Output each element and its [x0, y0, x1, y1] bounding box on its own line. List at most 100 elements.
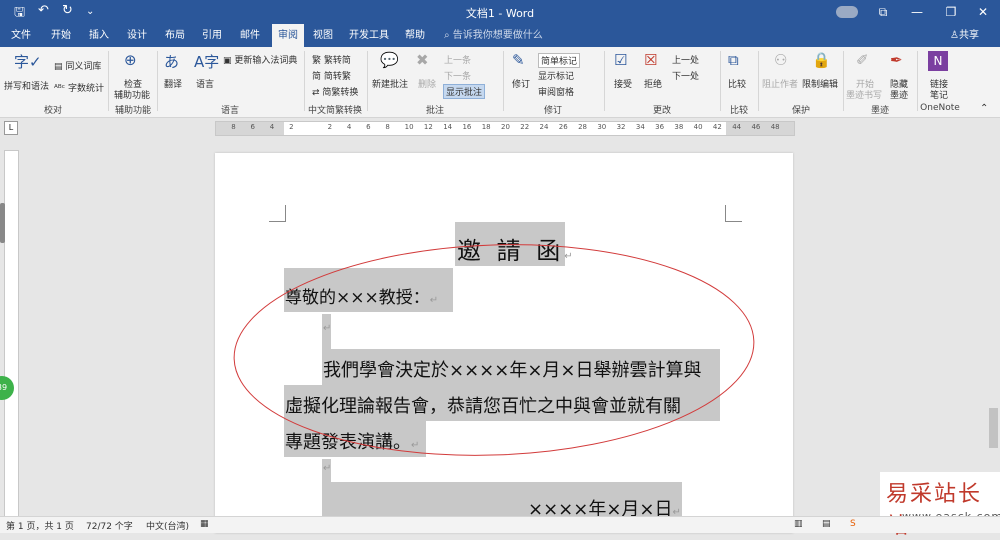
- convert-icon: 简: [312, 72, 324, 82]
- restrict-editing-icon: 🔒: [812, 51, 831, 69]
- tab-insert[interactable]: 插入: [84, 24, 114, 47]
- compare-icon: ⧉: [728, 51, 739, 69]
- ruler-tick-label: 30: [597, 123, 607, 131]
- tab-developer[interactable]: 开发工具: [346, 24, 392, 47]
- vertical-scrollbar[interactable]: [987, 138, 1000, 516]
- t2s-label: 繁转简: [323, 56, 351, 66]
- group-label-accessibility: 辅助功能: [114, 106, 151, 116]
- show-comments-button[interactable]: 显示批注: [443, 84, 486, 99]
- tab-home[interactable]: 开始: [46, 24, 76, 47]
- reject-button[interactable]: 拒绝: [644, 77, 662, 90]
- ruler-tick-label: 34: [635, 123, 645, 131]
- update-ime-label: 更新输入法词典: [234, 56, 298, 66]
- group-label-language: 语言: [220, 106, 239, 116]
- accept-button[interactable]: 接受: [614, 77, 632, 90]
- print-layout-icon[interactable]: ▤: [822, 519, 831, 529]
- collapse-ribbon-icon[interactable]: ⌃: [980, 103, 988, 114]
- page-count[interactable]: 第 1 页，共 1 页: [6, 519, 74, 532]
- tab-selector[interactable]: L: [4, 121, 18, 135]
- new-comment-button[interactable]: 新建批注: [372, 77, 408, 90]
- ruler-tick-label: 24: [539, 123, 549, 131]
- account-avatar[interactable]: [836, 6, 858, 18]
- previous-change-button[interactable]: 上一处: [672, 53, 699, 66]
- delete-comment-button[interactable]: 删除: [418, 77, 436, 90]
- spelling-button[interactable]: 拼写和语法: [4, 79, 49, 92]
- ruler-tick-label: 28: [578, 123, 587, 131]
- start-inking-button-line2[interactable]: 墨迹书写: [846, 88, 882, 101]
- ruler-tick-label: 20: [501, 123, 510, 131]
- tab-review[interactable]: 审阅: [272, 24, 304, 47]
- previous-comment-button[interactable]: 上一条: [444, 53, 471, 66]
- group-label-changes: 更改: [652, 106, 671, 116]
- word-count-label: 字数统计: [67, 84, 104, 94]
- reviewing-pane-button[interactable]: 审阅窗格: [538, 85, 574, 98]
- tab-view[interactable]: 视图: [308, 24, 338, 47]
- hide-ink-button-line2[interactable]: 墨迹: [890, 88, 908, 101]
- group-label-tracking: 修订: [543, 106, 562, 116]
- scrollbar-thumb[interactable]: [989, 408, 998, 448]
- next-change-button[interactable]: 下一处: [672, 69, 699, 82]
- document-page[interactable]: 邀 請 函↵ 尊敬的×××教授：↵ ↵ 我們學會決定於××××年×月×日舉辦雲計…: [215, 153, 793, 533]
- group-separator: [108, 51, 109, 111]
- ruler-tick-label: 36: [655, 123, 665, 131]
- minimize-button[interactable]: —: [900, 0, 934, 24]
- check-accessibility-button-line2[interactable]: 辅助功能: [114, 88, 150, 101]
- word-count[interactable]: 72/72 个字: [86, 519, 133, 532]
- ribbon-review: 字✓ 拼写和语法 ▤ 同义词库 ᴬᴮᶜ 字数统计 校对 ⊕ 检查 辅助功能 辅助…: [0, 47, 1000, 118]
- tab-design[interactable]: 设计: [122, 24, 152, 47]
- tab-references[interactable]: 引用: [197, 24, 227, 47]
- track-changes-button[interactable]: 修订: [512, 77, 530, 90]
- language-indicator[interactable]: 中文(台湾): [146, 519, 189, 532]
- update-ime-dictionary-button[interactable]: ▣ 更新输入法词典: [223, 53, 297, 66]
- convert-label: 简繁转换: [322, 88, 359, 98]
- show-markup-button[interactable]: 显示标记: [538, 69, 574, 82]
- ime-s-icon[interactable]: S: [850, 519, 856, 529]
- ruler-tick-label: 42: [712, 123, 722, 131]
- translate-icon: あ: [164, 53, 180, 71]
- ribbon-display-options-icon[interactable]: ⧉: [866, 0, 900, 24]
- close-button[interactable]: ✕: [966, 0, 1000, 24]
- track-changes-icon: ✎: [512, 51, 525, 69]
- tell-me-input[interactable]: ⌕ 告诉我你想要做什么: [444, 24, 543, 47]
- tab-help[interactable]: 帮助: [400, 24, 430, 47]
- linked-notes-button-line2[interactable]: 笔记: [930, 88, 948, 101]
- vertical-ruler[interactable]: [4, 150, 19, 518]
- ribbon-tabs: 文件 开始 插入 设计 布局 引用 邮件 审阅 视图 开发工具 帮助 ⌕ 告诉我…: [0, 24, 1000, 47]
- macro-recording-icon[interactable]: ▦: [200, 519, 209, 529]
- ink-ellipse: [233, 244, 755, 456]
- read-mode-icon[interactable]: ▥: [794, 519, 803, 529]
- word-count-button[interactable]: ᴬᴮᶜ 字数统计: [54, 81, 104, 94]
- group-separator: [304, 51, 305, 111]
- restore-button[interactable]: ❐: [934, 0, 968, 24]
- left-scroll-handle[interactable]: [0, 203, 5, 243]
- ruler-row: L 8 6 4 2 2 4 6 8 10 12 14 16 18 20 22 24 26 28 30 32 34 36 38…: [0, 118, 1000, 138]
- start-inking-icon: ✐: [856, 51, 869, 69]
- restrict-editing-button[interactable]: 限制编辑: [802, 77, 838, 90]
- language-button[interactable]: 语言: [196, 77, 214, 90]
- accept-icon: ☑: [614, 51, 628, 69]
- group-separator: [503, 51, 504, 111]
- person-icon: ♙: [950, 30, 959, 41]
- group-label-protect: 保护: [791, 106, 810, 116]
- horizontal-ruler[interactable]: 8 6 4 2 2 4 6 8 10 12 14 16 18 20 22 24 26 28 30 32 34 36 38 40…: [215, 121, 795, 136]
- ruler-tick-label: 2: [289, 123, 294, 131]
- search-icon: ⌕: [444, 30, 453, 41]
- block-authors-button[interactable]: 阻止作者: [762, 77, 798, 90]
- ruler-tick-label: 2: [327, 123, 333, 131]
- share-label: 共享: [958, 30, 979, 41]
- chinese-conversion-button[interactable]: ⇄ 简繁转换: [312, 85, 358, 98]
- translate-button[interactable]: 翻译: [164, 77, 182, 90]
- next-comment-button[interactable]: 下一条: [444, 69, 471, 82]
- ruler-tick-label: 12: [423, 123, 433, 131]
- thesaurus-button[interactable]: ▤ 同义词库: [54, 59, 101, 72]
- tab-mailings[interactable]: 邮件: [235, 24, 265, 47]
- compare-button[interactable]: 比较: [728, 77, 746, 90]
- spelling-icon: 字✓: [14, 53, 42, 71]
- tab-file[interactable]: 文件: [6, 24, 36, 47]
- markup-display-select[interactable]: 简单标记: [538, 53, 581, 68]
- red-ink-ellipse: [233, 244, 755, 456]
- traditional-to-simplified-button[interactable]: 繁 繁转简: [312, 53, 351, 66]
- simplified-to-traditional-button[interactable]: 简 简转繁: [312, 69, 351, 82]
- share-button[interactable]: ♙共享: [950, 24, 979, 47]
- tab-layout[interactable]: 布局: [160, 24, 190, 47]
